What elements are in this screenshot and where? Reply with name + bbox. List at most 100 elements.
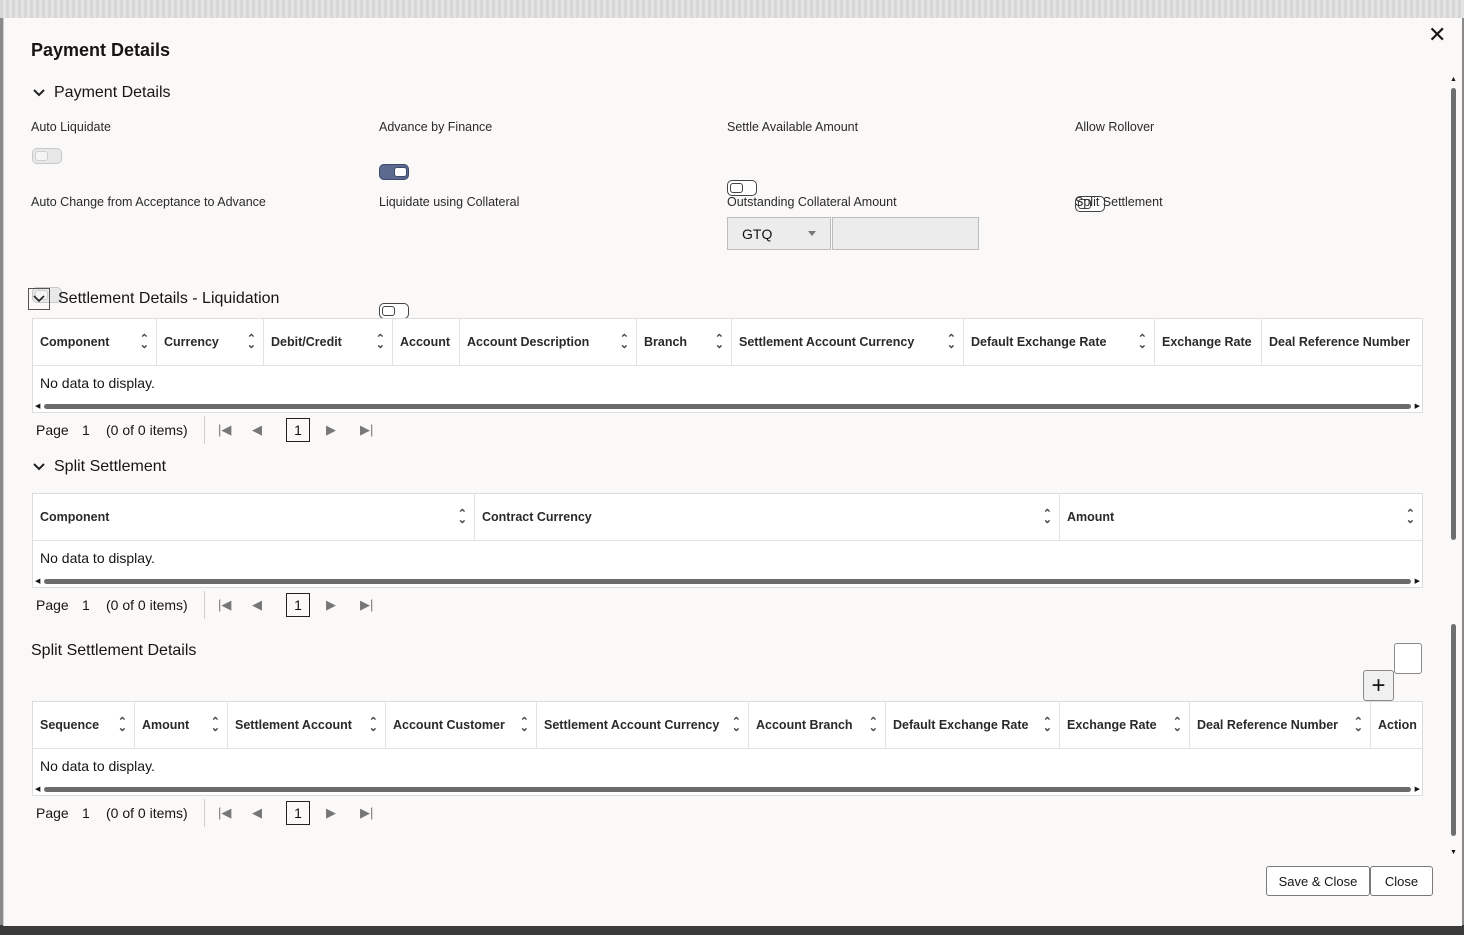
horizontal-scrollbar[interactable]: ◀ ▶ xyxy=(33,575,1422,587)
last-page-icon[interactable]: ▶| xyxy=(360,805,394,821)
payment-details-header[interactable]: Payment Details xyxy=(32,84,171,102)
current-page-box[interactable]: 1 xyxy=(286,593,310,617)
sort-icon: ⌃ ⌄ xyxy=(1353,716,1363,734)
page-label: Page xyxy=(36,597,69,613)
sort-icon: ⌃ ⌄ xyxy=(519,716,529,734)
split-details-table: Sequence ⌃ ⌄ Amount ⌃ ⌄ Settlement Account ⌃ ⌄… xyxy=(32,701,1423,796)
close-button[interactable]: Close xyxy=(1370,866,1433,896)
column-header[interactable]: Action xyxy=(1371,702,1422,748)
collateral-amount-input[interactable] xyxy=(832,217,979,250)
column-header[interactable]: Debit/Credit ⌃ ⌄ xyxy=(264,319,393,365)
prev-page-icon[interactable]: ◀ xyxy=(252,597,286,613)
column-header[interactable]: Exchange Rate ⌃ ⌄ xyxy=(1060,702,1190,748)
prev-page-icon[interactable]: ◀ xyxy=(252,805,286,821)
split-settlement-header[interactable]: Split Settlement xyxy=(32,458,166,476)
add-row-button[interactable]: + xyxy=(1363,670,1394,701)
liquidate-collateral-toggle[interactable] xyxy=(379,303,409,319)
horizontal-scrollbar[interactable]: ◀ ▶ xyxy=(33,400,1422,412)
dialog-title: Payment Details xyxy=(31,40,171,60)
background-strip-top xyxy=(0,0,1464,18)
scrollbar-thumb xyxy=(44,787,1411,792)
column-header[interactable]: Branch ⌃ ⌄ xyxy=(637,319,732,365)
scroll-down-icon[interactable]: ▼ xyxy=(1450,849,1457,856)
next-page-icon[interactable]: ▶ xyxy=(326,805,360,821)
column-header[interactable]: Currency ⌃ ⌄ xyxy=(157,319,264,365)
column-header[interactable]: Amount ⌃ ⌄ xyxy=(135,702,228,748)
last-page-icon[interactable]: ▶| xyxy=(360,597,394,613)
column-header[interactable]: Account Branch ⌃ ⌄ xyxy=(749,702,886,748)
scroll-left-icon: ◀ xyxy=(35,403,41,410)
liquidate-collateral-label: Liquidate using Collateral xyxy=(379,195,520,209)
sort-icon: ⌃ ⌄ xyxy=(731,716,741,734)
scrollbar-thumb[interactable] xyxy=(1451,88,1456,540)
column-header[interactable]: Amount ⌃ ⌄ xyxy=(1060,494,1422,540)
item-count: (0 of 0 items) xyxy=(106,805,188,821)
allow-rollover-label: Allow Rollover xyxy=(1075,120,1155,134)
column-header[interactable]: Exchange Rate xyxy=(1155,319,1262,365)
prev-page-icon[interactable]: ◀ xyxy=(252,422,286,438)
empty-message: No data to display. xyxy=(40,758,155,774)
sort-icon: ⌃ ⌄ xyxy=(375,333,385,351)
next-page-icon[interactable]: ▶ xyxy=(326,597,360,613)
column-header[interactable]: Settlement Account Currency ⌃ ⌄ xyxy=(537,702,749,748)
sort-icon: ⌃ ⌄ xyxy=(457,508,467,526)
column-header[interactable]: Contract Currency ⌃ ⌄ xyxy=(475,494,1060,540)
item-count: (0 of 0 items) xyxy=(106,422,188,438)
payment-details-dialog: Payment Details ✕ ▲ ▼ Payment Details Au… xyxy=(3,18,1462,926)
options-button[interactable] xyxy=(1394,643,1422,674)
close-icon[interactable]: ✕ xyxy=(1428,22,1446,48)
next-page-icon[interactable]: ▶ xyxy=(326,422,360,438)
column-header[interactable]: Settlement Account ⌃ ⌄ xyxy=(228,702,386,748)
page-label: Page xyxy=(36,805,69,821)
column-header[interactable]: Account Description ⌃ ⌄ xyxy=(460,319,637,365)
scrollbar-thumb-lower[interactable] xyxy=(1451,624,1456,836)
column-header[interactable]: Component ⌃ ⌄ xyxy=(33,494,475,540)
column-header[interactable]: Account xyxy=(393,319,460,365)
outstanding-collateral-label: Outstanding Collateral Amount xyxy=(727,195,897,209)
auto-liquidate-toggle[interactable] xyxy=(32,148,62,164)
liquidation-pager: Page 1 (0 of 0 items) |◀ ◀ 1 ▶ ▶| xyxy=(36,415,394,445)
column-header[interactable]: Account Customer ⌃ ⌄ xyxy=(386,702,537,748)
chevron-down-icon[interactable] xyxy=(32,460,46,474)
first-page-icon[interactable]: |◀ xyxy=(218,597,252,613)
sort-icon: ⌃ ⌄ xyxy=(1042,508,1052,526)
sort-icon: ⌃ ⌄ xyxy=(117,716,127,734)
table-header: Component ⌃ ⌄ Currency ⌃ ⌄ Debit/Credit ⌃ ⌄ Ac… xyxy=(33,319,1422,366)
scroll-left-icon: ◀ xyxy=(35,578,41,585)
column-header[interactable]: Sequence ⌃ ⌄ xyxy=(33,702,135,748)
caret-down-icon xyxy=(808,231,816,236)
chevron-down-icon[interactable] xyxy=(32,86,46,100)
current-page-box[interactable]: 1 xyxy=(286,418,310,442)
sort-icon: ⌃ ⌄ xyxy=(1172,716,1182,734)
auto-liquidate-label: Auto Liquidate xyxy=(31,120,111,134)
currency-select[interactable]: GTQ xyxy=(727,217,831,250)
section-title: Split Settlement xyxy=(54,458,167,475)
split-settlement-table: Component ⌃ ⌄ Contract Currency ⌃ ⌄ Amount ⌃ ⌄… xyxy=(32,493,1423,588)
column-header[interactable]: Deal Reference Number ⌃ ⌄ xyxy=(1190,702,1371,748)
first-page-icon[interactable]: |◀ xyxy=(218,805,252,821)
save-close-button[interactable]: Save & Close xyxy=(1266,866,1370,896)
sort-icon: ⌃ ⌄ xyxy=(946,333,956,351)
sort-icon: ⌃ ⌄ xyxy=(246,333,256,351)
vertical-scrollbar[interactable]: ▲ ▼ xyxy=(1449,76,1459,856)
column-header[interactable]: Default Exchange Rate ⌃ ⌄ xyxy=(964,319,1155,365)
sort-icon: ⌃ ⌄ xyxy=(868,716,878,734)
liquidation-header[interactable]: Settlement Details - Liquidation xyxy=(28,288,279,310)
column-header[interactable]: Deal Reference Number xyxy=(1262,319,1422,365)
page-label: Page xyxy=(36,422,69,438)
first-page-icon[interactable]: |◀ xyxy=(218,422,252,438)
scroll-up-icon[interactable]: ▲ xyxy=(1450,76,1457,83)
horizontal-scrollbar[interactable]: ◀ ▶ xyxy=(33,783,1422,795)
current-page-box[interactable]: 1 xyxy=(286,801,310,825)
last-page-icon[interactable]: ▶| xyxy=(360,422,394,438)
column-header[interactable]: Component ⌃ ⌄ xyxy=(33,319,157,365)
chevron-down-icon[interactable] xyxy=(28,288,50,310)
advance-by-finance-toggle[interactable] xyxy=(379,164,409,180)
liquidation-table: Component ⌃ ⌄ Currency ⌃ ⌄ Debit/Credit ⌃ ⌄ Ac… xyxy=(32,318,1423,413)
column-header[interactable]: Settlement Account Currency ⌃ ⌄ xyxy=(732,319,964,365)
sort-icon: ⌃ ⌄ xyxy=(714,333,724,351)
page-number: 1 xyxy=(82,597,90,613)
column-header[interactable]: Default Exchange Rate ⌃ ⌄ xyxy=(886,702,1060,748)
plus-icon: + xyxy=(1371,671,1386,699)
settle-available-amount-toggle[interactable] xyxy=(727,180,757,196)
